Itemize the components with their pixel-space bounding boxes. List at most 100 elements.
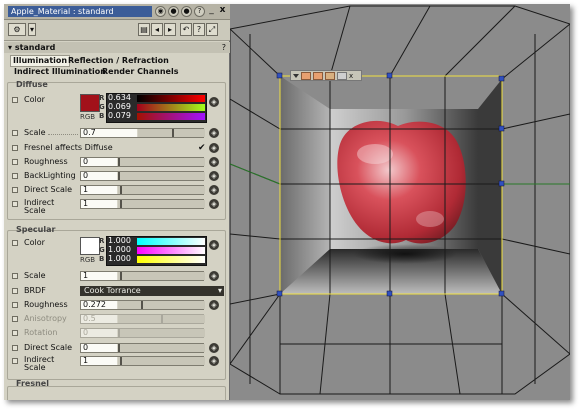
specular-scale-label: Scale: [24, 271, 46, 280]
close-icon[interactable]: x: [217, 6, 228, 17]
render-region-icon[interactable]: [301, 71, 311, 80]
tab-reflection-refraction[interactable]: Reflection / Refraction: [68, 56, 169, 66]
connect-icon[interactable]: ◈: [209, 300, 219, 310]
section-help-icon[interactable]: ?: [222, 42, 226, 53]
anisotropy-field[interactable]: 0.5: [80, 314, 205, 324]
selection-tool-icon[interactable]: ⚙: [8, 23, 26, 36]
connect-icon[interactable]: ◈: [209, 343, 219, 353]
minimize-icon[interactable]: _: [206, 6, 217, 17]
chevron-down-icon[interactable]: ▾: [218, 286, 222, 296]
diffuse-scale-field[interactable]: 0.7: [80, 128, 205, 138]
diffuse-roughness-field[interactable]: 0: [80, 157, 205, 167]
render-stop-icon[interactable]: [337, 71, 347, 80]
specular-rgb-sliders[interactable]: 1.000 1.000 1.000: [106, 236, 207, 266]
specular-color-swatch[interactable]: [80, 237, 100, 255]
animate-icon[interactable]: [12, 288, 18, 294]
connect-icon[interactable]: ◈: [209, 199, 219, 209]
connect-icon[interactable]: ◈: [209, 185, 219, 195]
r-slider[interactable]: [137, 95, 205, 102]
animate-icon[interactable]: [12, 345, 18, 351]
rgb-mode-label[interactable]: RGB: [80, 113, 95, 121]
animate-icon[interactable]: [12, 159, 18, 165]
animate-icon[interactable]: [12, 187, 18, 193]
r-label: R: [99, 237, 105, 245]
render-viewport[interactable]: x: [230, 4, 570, 400]
specular-direct-scale-label: Direct Scale: [24, 343, 73, 352]
diffuse-color-swatch[interactable]: [80, 94, 100, 112]
lock-icon[interactable]: ●: [168, 6, 179, 17]
animate-icon[interactable]: [12, 97, 18, 103]
expand-icon[interactable]: ⤢: [206, 23, 218, 36]
save-preset-icon[interactable]: ▤: [138, 23, 150, 36]
viewport-mini-toolbar[interactable]: x: [290, 70, 362, 81]
connect-icon[interactable]: ◈: [209, 356, 219, 366]
globe-icon[interactable]: ◉: [155, 6, 166, 17]
tab-illumination[interactable]: Illumination: [10, 55, 71, 67]
diffuse-r-value[interactable]: 0.634: [108, 94, 136, 102]
animate-icon[interactable]: [12, 145, 18, 151]
animate-icon[interactable]: [12, 201, 18, 207]
animate-icon[interactable]: [12, 302, 18, 308]
help-icon[interactable]: ?: [194, 6, 205, 17]
tab-render-channels[interactable]: Render Channels: [102, 67, 178, 77]
animate-icon[interactable]: [12, 240, 18, 246]
connect-icon[interactable]: ◈: [209, 143, 219, 153]
specular-color-label: Color: [24, 238, 45, 247]
connect-icon[interactable]: ◈: [209, 271, 219, 281]
undo-icon[interactable]: ↶: [180, 23, 192, 36]
screenshot: x Apple_Material : standard ◉ ● ● ? _ x …: [4, 4, 570, 400]
brdf-dropdown[interactable]: Cook Torrance ▾: [80, 286, 224, 296]
fresnel-group: [7, 386, 226, 400]
animate-icon[interactable]: [12, 173, 18, 179]
specular-r-value[interactable]: 1.000: [108, 237, 136, 245]
specular-b-value[interactable]: 1.000: [108, 255, 136, 263]
render-refresh-icon[interactable]: [313, 71, 323, 80]
r-slider[interactable]: [137, 238, 205, 245]
rotation-field[interactable]: 0: [80, 328, 205, 338]
diffuse-indirect-scale-field[interactable]: 1: [80, 199, 205, 209]
animate-icon[interactable]: [12, 316, 18, 322]
arrow-right-icon[interactable]: ▸: [164, 23, 176, 36]
animate-icon[interactable]: [12, 273, 18, 279]
connect-icon[interactable]: ◈: [209, 171, 219, 181]
specular-scale-field[interactable]: 1: [80, 271, 205, 281]
arrow-left-icon[interactable]: ◂: [151, 23, 163, 36]
diffuse-direct-scale-field[interactable]: 1: [80, 185, 205, 195]
render-options-icon[interactable]: [325, 71, 335, 80]
backlighting-field[interactable]: 0: [80, 171, 205, 181]
animate-icon[interactable]: [12, 358, 18, 364]
specular-indirect-scale-field[interactable]: 1: [80, 356, 205, 366]
help-preset-icon[interactable]: ?: [193, 23, 205, 36]
connect-icon[interactable]: ◈: [209, 97, 219, 107]
fresnel-affects-diffuse-checkbox[interactable]: ✔: [198, 143, 206, 153]
chevron-down-icon[interactable]: ▾: [28, 23, 36, 36]
section-header[interactable]: ▾ standard ?: [4, 42, 230, 53]
close-icon[interactable]: x: [349, 72, 355, 79]
b-label: B: [99, 112, 105, 120]
rotation-row: Rotation 0: [12, 328, 224, 339]
diffuse-g-value[interactable]: 0.069: [108, 103, 136, 111]
g-slider[interactable]: [137, 247, 205, 254]
connect-icon[interactable]: ◈: [209, 157, 219, 167]
backlighting-row: BackLighting 0 ◈: [12, 171, 224, 182]
animate-icon[interactable]: [12, 130, 18, 136]
specular-direct-scale-field[interactable]: 0: [80, 343, 205, 353]
animate-icon[interactable]: [12, 330, 18, 336]
g-slider[interactable]: [137, 104, 205, 111]
specular-roughness-row: Roughness 0.272 ◈: [12, 300, 224, 311]
anisotropy-label: Anisotropy: [24, 314, 67, 323]
tab-indirect-illumination[interactable]: Indirect Illumination: [14, 67, 106, 77]
specular-g-value[interactable]: 1.000: [108, 246, 136, 254]
diffuse-indirect-scale-label: Indirect Scale: [24, 198, 55, 215]
specular-roughness-field[interactable]: 0.272: [80, 300, 205, 310]
connect-icon[interactable]: ◈: [209, 128, 219, 138]
diffuse-rgb-sliders[interactable]: 0.634 0.069 0.079: [106, 93, 207, 123]
connect-icon[interactable]: ◈: [209, 240, 219, 250]
rgb-mode-label[interactable]: RGB: [80, 256, 95, 264]
b-slider[interactable]: [137, 256, 205, 263]
menu-arrow-icon[interactable]: [293, 73, 299, 78]
b-slider[interactable]: [137, 113, 205, 120]
diffuse-color-row: Color R G B RGB 0.634 0.069 0.079 ◈: [12, 93, 224, 123]
recycle-icon[interactable]: ●: [181, 6, 192, 17]
diffuse-b-value[interactable]: 0.079: [108, 112, 136, 120]
